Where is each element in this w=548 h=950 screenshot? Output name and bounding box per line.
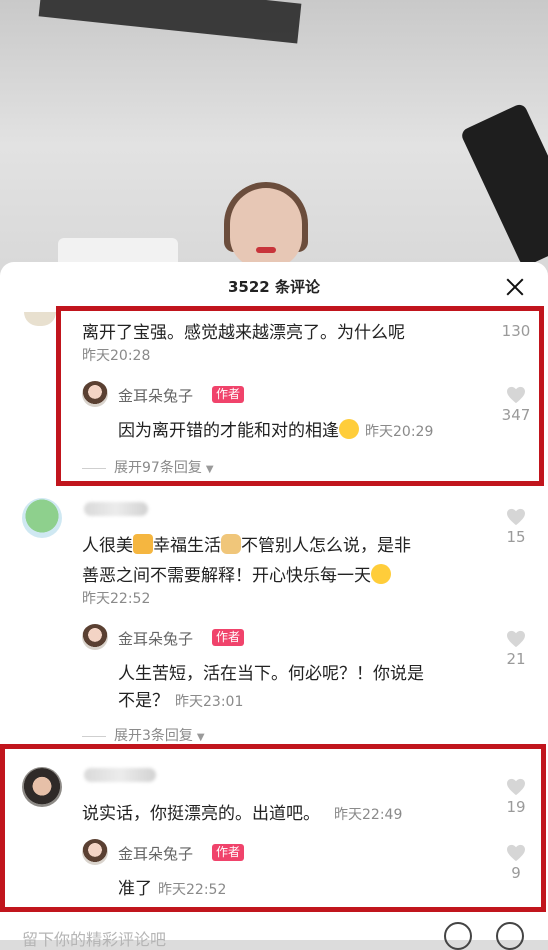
avatar[interactable]	[82, 839, 108, 865]
reply-author[interactable]: 金耳朵兔子	[118, 385, 193, 406]
close-icon[interactable]	[502, 274, 528, 300]
like-count: 21	[506, 650, 526, 668]
comment-input[interactable]: 留下你的精彩评论吧	[22, 926, 166, 950]
username-blurred[interactable]	[84, 768, 156, 782]
reply-text: 人生苦短，活在当下。何必呢？！你说是	[118, 664, 424, 684]
heart-icon	[507, 508, 525, 526]
author-badge: 作者	[212, 629, 245, 646]
person-lips	[256, 247, 276, 253]
divider	[82, 735, 106, 737]
reply-text: 不是？	[118, 691, 169, 711]
comment-time: 昨天22:49	[334, 807, 403, 823]
reply-time: 昨天23:01	[175, 694, 244, 710]
sheet-header: 3522 条评论	[0, 262, 548, 312]
expand-label: 展开3条回复	[114, 728, 193, 744]
comment-count-title: 3522 条评论	[228, 278, 320, 296]
avatar[interactable]	[82, 624, 108, 650]
chevron-down-icon: ▼	[196, 732, 205, 743]
author-badge: 作者	[212, 844, 245, 861]
expand-label: 展开97条回复	[114, 460, 202, 476]
reply-author[interactable]: 金耳朵兔子	[118, 628, 193, 649]
author-badge: 作者	[212, 386, 245, 403]
expand-replies[interactable]: 展开3条回复 ▼	[82, 725, 205, 745]
expand-replies[interactable]: 展开97条回复 ▼	[82, 457, 214, 477]
heart-icon	[507, 778, 525, 796]
like-count: 347	[501, 406, 531, 424]
comment-text-part: 不管别人怎么说，是非	[241, 536, 411, 556]
thumbs-up-emoji-icon	[133, 534, 153, 554]
reply-text-row: 准了 昨天22:52	[118, 874, 226, 899]
avatar[interactable]	[22, 767, 62, 807]
like-button[interactable]: 19	[496, 778, 536, 816]
studio-lamp	[459, 102, 548, 268]
like-button[interactable]: 130	[496, 320, 536, 340]
video-background	[0, 0, 548, 290]
comment-text-part: 善恶之间不需要解释！开心快乐每一天	[82, 566, 371, 586]
clap-emoji-icon	[221, 534, 241, 554]
comment-text-part: 人很美	[82, 536, 133, 556]
comment-input-bar: 留下你的精彩评论吧	[0, 912, 548, 950]
like-button[interactable]: 15	[496, 508, 536, 546]
reply-text: 准了	[118, 879, 152, 899]
ceiling-beam	[38, 0, 302, 44]
divider	[82, 467, 106, 469]
reply-time: 昨天20:29	[365, 424, 434, 440]
like-button[interactable]: 347	[496, 386, 536, 424]
heart-icon	[507, 630, 525, 648]
like-count: 9	[511, 864, 521, 882]
comment-time: 昨天20:28	[82, 348, 151, 364]
comment-text-row: 说实话，你挺漂亮的。出道吧。 昨天22:49	[82, 799, 402, 824]
like-button[interactable]: 9	[496, 844, 536, 882]
reply-text-row: 不是？ 昨天23:01	[118, 686, 243, 711]
emoji-icon[interactable]	[496, 922, 524, 950]
avatar[interactable]	[22, 498, 62, 538]
grin-emoji-icon	[371, 564, 391, 584]
at-icon[interactable]	[444, 922, 472, 950]
comment-time: 昨天22:52	[82, 591, 151, 607]
like-button[interactable]: 21	[496, 630, 536, 668]
reply-author[interactable]: 金耳朵兔子	[118, 843, 193, 864]
heart-icon	[507, 386, 525, 404]
comment-text-row: 人很美 幸福生活 不管别人怎么说，是非	[82, 531, 411, 556]
chevron-down-icon: ▼	[205, 464, 214, 475]
username-blurred[interactable]	[84, 502, 148, 516]
reply-text: 因为离开错的才能和对的相逢	[118, 421, 339, 441]
comment-text-row: 善恶之间不需要解释！开心快乐每一天	[82, 561, 391, 586]
comment-text: 离开了宝强。感觉越来越漂亮了。为什么呢	[82, 323, 405, 343]
person-face	[230, 188, 302, 268]
comment-text-part: 幸福生活	[153, 536, 221, 556]
comment-text: 说实话，你挺漂亮的。出道吧。	[82, 804, 320, 824]
reply-time: 昨天22:52	[158, 882, 227, 898]
like-count: 19	[506, 798, 526, 816]
like-count: 15	[506, 528, 526, 546]
reply-text-row: 因为离开错的才能和对的相逢 昨天20:29	[118, 416, 433, 441]
like-count: 130	[501, 322, 531, 340]
heart-icon	[507, 844, 525, 862]
smile-emoji-icon	[339, 419, 359, 439]
avatar[interactable]	[82, 381, 108, 407]
